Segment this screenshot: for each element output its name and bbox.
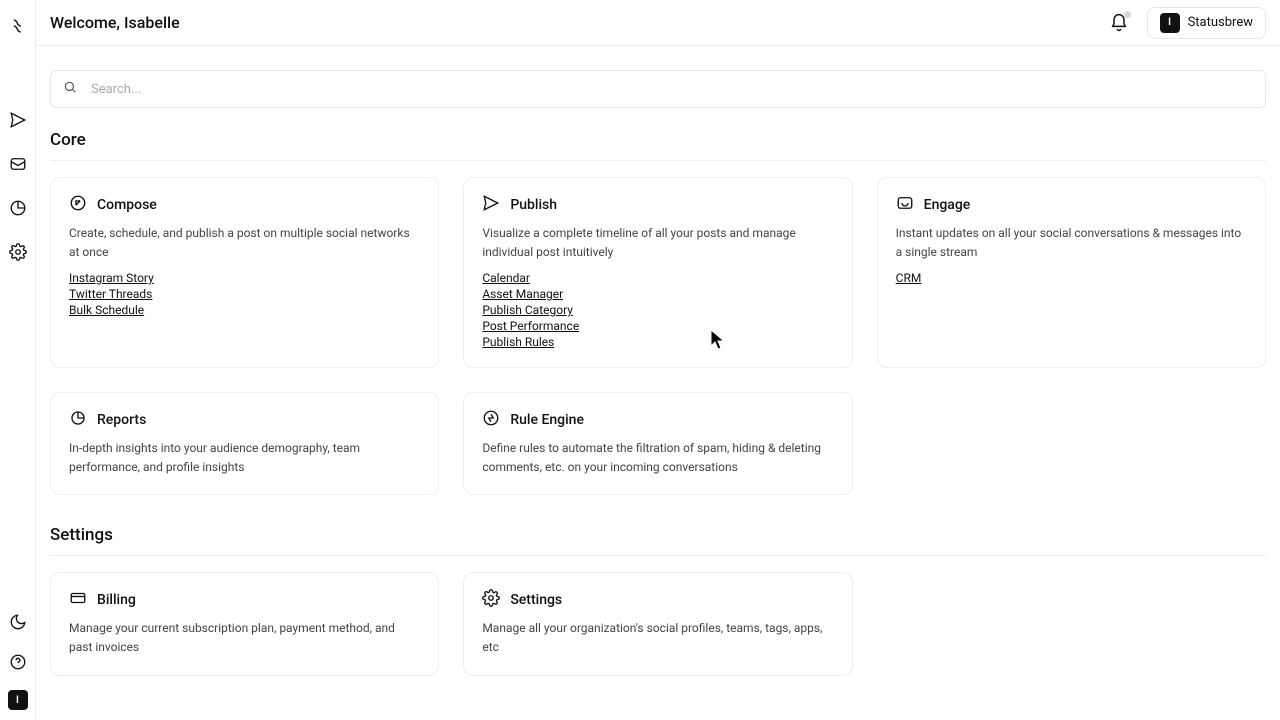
org-avatar: I <box>1160 13 1180 33</box>
publish-icon <box>482 194 500 216</box>
card-billing: Billing Manage your current subscription… <box>50 572 439 675</box>
section-title-settings: Settings <box>50 525 1266 545</box>
card-settings: Settings Manage all your organization's … <box>463 572 852 675</box>
link-instagram-story[interactable]: Instagram Story <box>69 271 154 285</box>
notification-dot-icon <box>1124 11 1131 18</box>
card-desc: Manage your current subscription plan, p… <box>69 619 420 656</box>
card-desc: Instant updates on all your social conve… <box>896 224 1247 261</box>
sidebar-item-publish[interactable] <box>6 108 30 132</box>
billing-icon <box>69 589 87 611</box>
reports-icon <box>69 409 87 431</box>
search-icon <box>63 80 91 98</box>
search-bar[interactable] <box>50 70 1266 108</box>
org-name: Statusbrew <box>1188 15 1253 30</box>
compose-icon <box>69 194 87 216</box>
notifications-button[interactable] <box>1109 13 1129 33</box>
theme-toggle-icon[interactable] <box>6 610 30 634</box>
card-title: Engage <box>924 197 971 213</box>
link-calendar[interactable]: Calendar <box>482 271 530 285</box>
header: Welcome, Isabelle I Statusbrew <box>36 0 1280 46</box>
card-head-publish[interactable]: Publish <box>482 194 833 216</box>
card-engage: Engage Instant updates on all your socia… <box>877 177 1266 368</box>
link-post-performance[interactable]: Post Performance <box>482 319 579 333</box>
sidebar-avatar[interactable]: I <box>8 690 28 710</box>
card-desc: In-depth insights into your audience dem… <box>69 439 420 476</box>
search-input[interactable] <box>91 82 1253 97</box>
card-desc: Define rules to automate the filtration … <box>482 439 833 476</box>
help-icon[interactable] <box>6 650 30 674</box>
card-desc: Create, schedule, and publish a post on … <box>69 224 420 261</box>
rule-engine-icon <box>482 409 500 431</box>
brand-logo-icon[interactable] <box>6 14 30 38</box>
card-title: Publish <box>510 197 557 213</box>
card-head-engage[interactable]: Engage <box>896 194 1247 216</box>
section-divider <box>50 555 1266 556</box>
link-twitter-threads[interactable]: Twitter Threads <box>69 287 152 301</box>
card-compose: Compose Create, schedule, and publish a … <box>50 177 439 368</box>
sidebar-item-settings[interactable] <box>6 240 30 264</box>
card-title: Settings <box>510 592 562 608</box>
org-switcher[interactable]: I Statusbrew <box>1147 7 1266 39</box>
card-head-reports[interactable]: Reports <box>69 409 420 431</box>
section-title-core: Core <box>50 130 1266 150</box>
main-content: Core Compose Create, schedule, and publi… <box>36 46 1280 720</box>
card-title: Reports <box>97 412 146 428</box>
card-rule-engine: Rule Engine Define rules to automate the… <box>463 392 852 495</box>
card-head-billing[interactable]: Billing <box>69 589 420 611</box>
link-crm[interactable]: CRM <box>896 271 922 285</box>
engage-icon <box>896 194 914 216</box>
page-title: Welcome, Isabelle <box>50 13 180 32</box>
left-sidebar: I <box>0 0 36 720</box>
card-desc: Manage all your organization's social pr… <box>482 619 833 656</box>
settings-icon <box>482 589 500 611</box>
card-desc: Visualize a complete timeline of all you… <box>482 224 833 261</box>
card-title: Billing <box>97 592 136 608</box>
link-bulk-schedule[interactable]: Bulk Schedule <box>69 303 144 317</box>
card-title: Rule Engine <box>510 412 584 428</box>
sidebar-item-engage[interactable] <box>6 152 30 176</box>
card-publish: Publish Visualize a complete timeline of… <box>463 177 852 368</box>
card-reports: Reports In-depth insights into your audi… <box>50 392 439 495</box>
card-title: Compose <box>97 197 157 213</box>
link-asset-manager[interactable]: Asset Manager <box>482 287 563 301</box>
card-head-settings[interactable]: Settings <box>482 589 833 611</box>
card-head-compose[interactable]: Compose <box>69 194 420 216</box>
link-publish-rules[interactable]: Publish Rules <box>482 335 554 349</box>
section-divider <box>50 160 1266 161</box>
card-head-rule-engine[interactable]: Rule Engine <box>482 409 833 431</box>
sidebar-item-reports[interactable] <box>6 196 30 220</box>
link-publish-category[interactable]: Publish Category <box>482 303 573 317</box>
